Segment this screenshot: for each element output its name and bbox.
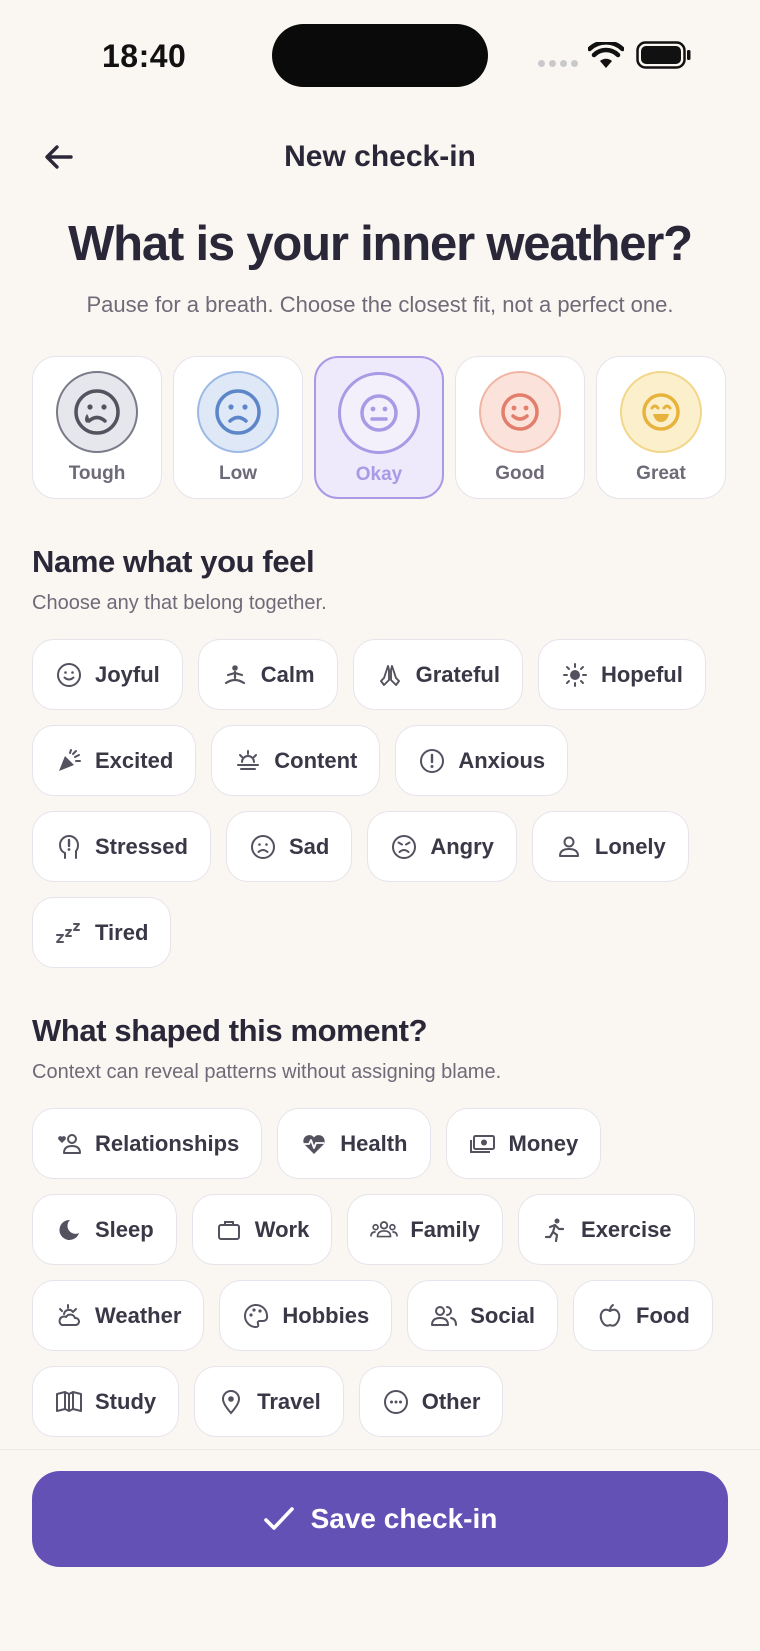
palette-icon (242, 1302, 270, 1330)
sun-icon (561, 661, 589, 689)
mood-label: Great (636, 463, 686, 484)
people-icon (430, 1302, 458, 1330)
context-chip-work[interactable]: Work (191, 1194, 333, 1265)
briefcase-icon (215, 1216, 243, 1244)
mood-option-good[interactable]: Good (455, 356, 585, 499)
more-horizontal-icon (382, 1388, 410, 1416)
feeling-chip-lonely[interactable]: Lonely (531, 811, 689, 882)
smile-icon (55, 661, 83, 689)
context-chip-weather[interactable]: Weather (32, 1280, 205, 1351)
context-chip-travel[interactable]: Travel (194, 1366, 344, 1437)
context-chip-social[interactable]: Social (407, 1280, 559, 1351)
context-chip-family[interactable]: Family (347, 1194, 504, 1265)
feeling-chip-anxious[interactable]: Anxious (395, 725, 569, 796)
context-chip-study[interactable]: Study (32, 1366, 180, 1437)
context-chip-sleep[interactable]: Sleep (32, 1194, 177, 1265)
feeling-chip-grateful[interactable]: Grateful (352, 639, 523, 710)
mood-option-great[interactable]: Great (596, 356, 726, 499)
feeling-chip-excited[interactable]: Excited (32, 725, 197, 796)
feeling-chip-calm[interactable]: Calm (197, 639, 338, 710)
feeling-chip-stressed[interactable]: Stressed (32, 811, 211, 882)
apple-icon (596, 1302, 624, 1330)
wifi-icon (588, 42, 624, 68)
head-alert-icon (55, 833, 83, 861)
feelings-section-title: Name what you feel (32, 544, 315, 579)
mood-option-low[interactable]: Low (173, 356, 303, 499)
mood-label: Okay (355, 464, 403, 485)
context-section-title: What shaped this moment? (32, 1013, 428, 1048)
map-pin-icon (217, 1388, 245, 1416)
feeling-chip-joyful[interactable]: Joyful (32, 639, 183, 710)
battery-icon (636, 41, 691, 69)
running-icon (541, 1216, 569, 1244)
sunrise-icon (234, 747, 262, 775)
status-bar: 18:40 (0, 0, 760, 110)
sleep-zzz-icon (55, 919, 83, 947)
context-chip-relationships[interactable]: Relationships (32, 1108, 263, 1179)
okay-face-icon (338, 372, 420, 454)
context-chip-money[interactable]: Money (445, 1108, 602, 1179)
sun-cloud-icon (55, 1302, 83, 1330)
angry-face-icon (390, 833, 418, 861)
dynamic-island (272, 24, 488, 87)
heart-pulse-icon (300, 1130, 328, 1158)
save-check-in-button[interactable]: Save check-in (32, 1471, 728, 1567)
tough-face-icon (56, 371, 138, 453)
feeling-chip-tired[interactable]: Tired (32, 897, 172, 968)
feeling-chip-hopeful[interactable]: Hopeful (537, 639, 706, 710)
context-chip-other[interactable]: Other (358, 1366, 504, 1437)
save-button-label: Save check-in (310, 1503, 498, 1534)
person-heart-icon (55, 1130, 83, 1158)
mood-selector: Tough Low Okay Good Great (32, 356, 728, 499)
context-chip-exercise[interactable]: Exercise (518, 1194, 695, 1265)
open-book-icon (55, 1388, 83, 1416)
bottom-divider (0, 1449, 760, 1450)
header: New check-in (0, 124, 760, 190)
mood-label: Good (495, 463, 545, 484)
low-face-icon (197, 371, 279, 453)
context-section-subtitle: Context can reveal patterns without assi… (32, 1061, 502, 1083)
context-chip-group: Relationships Health Money Sleep Work Fa… (32, 1108, 732, 1437)
check-icon (263, 1507, 294, 1530)
great-face-icon (620, 371, 702, 453)
context-chip-food[interactable]: Food (573, 1280, 713, 1351)
feelings-chip-group: Joyful Calm Grateful Hopeful Excited Con… (32, 639, 732, 968)
feeling-chip-angry[interactable]: Angry (367, 811, 517, 882)
person-icon (555, 833, 583, 861)
people-group-icon (370, 1216, 399, 1244)
page-title: What is your inner weather? (68, 217, 693, 271)
status-time: 18:40 (102, 38, 187, 74)
mood-label: Tough (68, 463, 126, 484)
mood-option-okay[interactable]: Okay (314, 356, 444, 499)
praying-hands-icon (376, 661, 404, 689)
banknote-icon (469, 1130, 497, 1158)
alert-circle-icon (418, 747, 446, 775)
mood-label: Low (219, 463, 257, 484)
feelings-section-subtitle: Choose any that belong together. (32, 592, 327, 614)
meditation-icon (221, 661, 249, 689)
feeling-chip-sad[interactable]: Sad (225, 811, 353, 882)
good-face-icon (479, 371, 561, 453)
page-subtitle: Pause for a breath. Choose the closest f… (86, 292, 674, 317)
party-popper-icon (55, 747, 83, 775)
feeling-chip-content[interactable]: Content (211, 725, 381, 796)
frown-icon (249, 833, 277, 861)
context-chip-hobbies[interactable]: Hobbies (219, 1280, 393, 1351)
mood-option-tough[interactable]: Tough (32, 356, 162, 499)
context-chip-health[interactable]: Health (277, 1108, 431, 1179)
cellular-signal-icon (538, 60, 578, 67)
header-title: New check-in (284, 140, 476, 173)
moon-icon (55, 1216, 83, 1244)
